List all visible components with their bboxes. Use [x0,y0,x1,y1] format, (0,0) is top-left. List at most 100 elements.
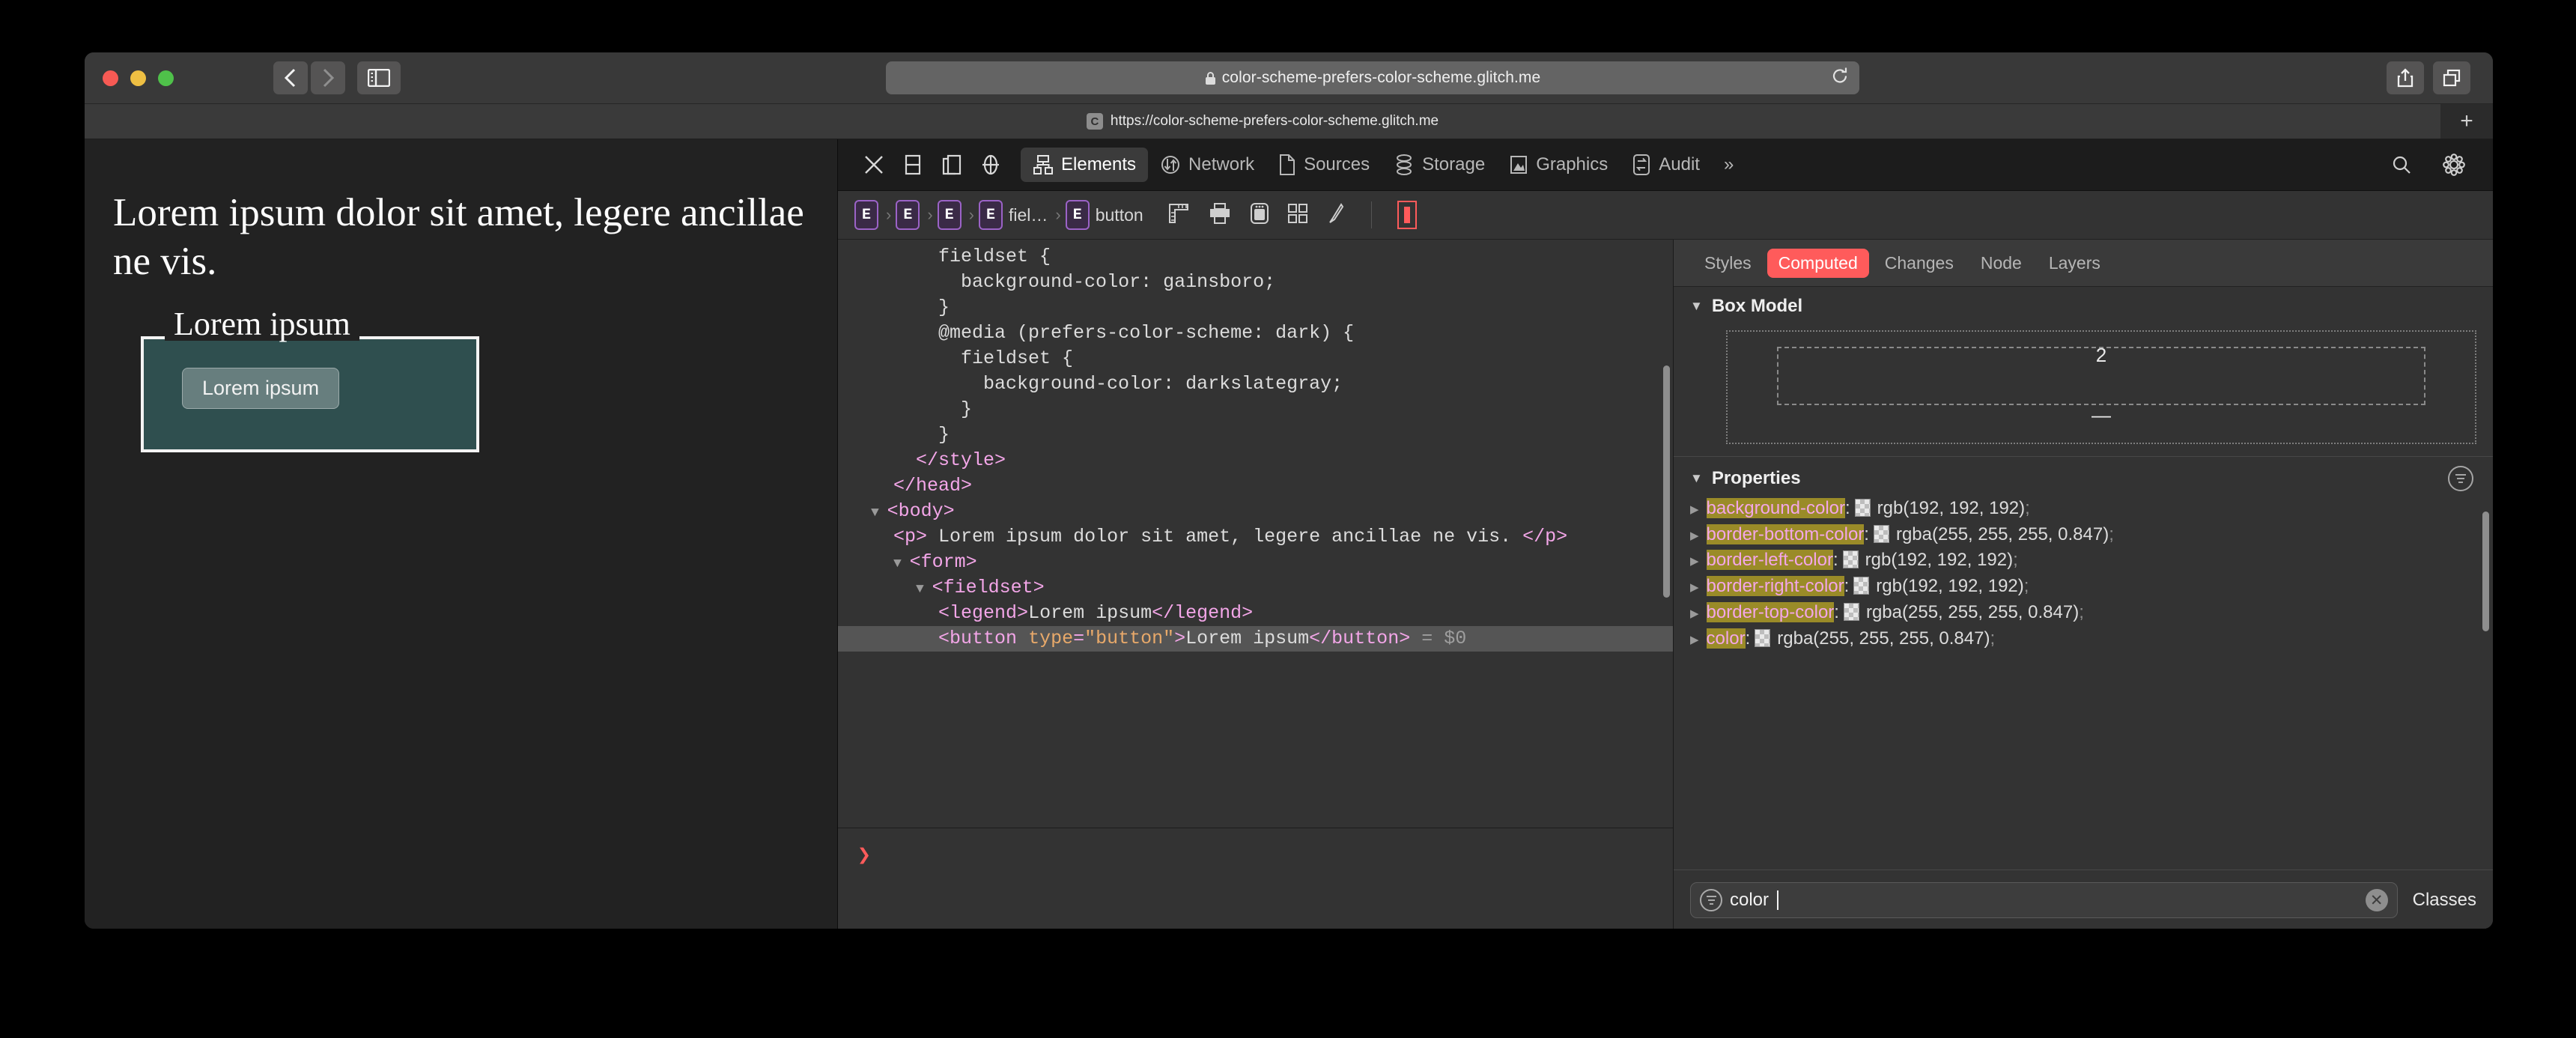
close-window-button[interactable] [103,70,118,86]
dom-node[interactable]: </style> [838,448,1673,473]
tab-sources[interactable]: Sources [1266,148,1382,182]
box-model-section-header[interactable]: ▼ Box Model [1674,287,2493,321]
disclosure-triangle-icon[interactable]: ▶ [1690,554,1699,568]
console-pane[interactable]: ❯ [838,828,1673,929]
color-swatch-icon[interactable] [1843,602,1859,621]
tab-overflow-button[interactable]: » [1712,148,1746,182]
address-bar[interactable]: color-scheme-prefers-color-scheme.glitch… [886,61,1859,94]
dom-node[interactable]: fieldset { [838,346,1673,371]
grid-icon [1287,203,1307,223]
property-name: color [1706,628,1746,649]
dom-scrollbar[interactable] [1663,365,1670,598]
graphics-icon [1510,156,1528,174]
share-button[interactable] [2387,61,2424,94]
dom-node[interactable]: @media (prefers-color-scheme: dark) { [838,321,1673,346]
color-swatch-icon[interactable] [1854,499,1871,517]
dom-node[interactable]: ▼ <form> [838,550,1673,575]
disclosure-triangle-icon[interactable]: ▼ [893,556,910,571]
tab-elements[interactable]: Elements [1021,148,1149,182]
ruler-button[interactable] [1167,202,1190,228]
color-swatch-icon[interactable] [1873,524,1889,543]
dom-token-txt: } [938,424,950,446]
sidebar-toggle-button[interactable] [357,61,401,94]
sidebar-tab-computed[interactable]: Computed [1767,248,1869,278]
sidebar-tab-node[interactable]: Node [1969,249,2033,278]
property-row[interactable]: ▶ border-left-color: rgb(192, 192, 192); [1674,547,2493,574]
dock-bottom-button[interactable] [893,145,932,184]
filter-icon [1700,889,1722,911]
tab-overview-button[interactable] [2433,61,2470,94]
breadcrumb-item-4[interactable]: E button [1065,200,1143,230]
color-swatch-icon[interactable] [1853,577,1870,595]
browser-tab[interactable]: C https://color-scheme-prefers-color-sch… [85,104,2440,139]
sidebar-tab-layers[interactable]: Layers [2038,249,2112,278]
dom-node[interactable]: background-color: gainsboro; [838,270,1673,295]
maximize-window-button[interactable] [158,70,174,86]
clear-filter-button[interactable]: ✕ [2365,889,2388,911]
sidebar-tab-changes[interactable]: Changes [1874,249,1965,278]
dom-token-tag: </button> [1309,628,1411,649]
properties-section-header[interactable]: ▼ Properties [1674,457,2493,496]
minimize-window-button[interactable] [130,70,146,86]
tab-network[interactable]: Network [1148,148,1266,182]
forward-button[interactable] [311,61,345,94]
tab-storage[interactable]: Storage [1382,148,1497,182]
dom-node[interactable]: } [838,397,1673,422]
back-button[interactable] [273,61,308,94]
properties-filter-button[interactable] [2448,466,2473,491]
disclosure-triangle-icon[interactable]: ▶ [1690,503,1699,517]
tab-graphics[interactable]: Graphics [1497,148,1620,182]
inspector-settings-button[interactable] [2434,145,2473,184]
close-inspector-button[interactable] [854,145,893,184]
property-row[interactable]: ▶ background-color: rgb(192, 192, 192); [1674,496,2493,522]
property-row[interactable]: ▶ border-top-color: rgba(255, 255, 255, 0.… [1674,600,2493,626]
print-button[interactable] [1208,202,1232,228]
dom-node[interactable]: fieldset { [838,244,1673,270]
dom-node[interactable]: } [838,295,1673,321]
disclosure-triangle-icon[interactable]: ▼ [916,582,932,597]
dom-node[interactable]: <p> Lorem ipsum dolor sit amet, legere a… [838,524,1673,550]
new-tab-button[interactable]: + [2440,104,2493,139]
computed-footer: color ✕ Classes [1674,869,2493,929]
grid-button[interactable] [1287,203,1308,228]
dom-tree[interactable]: fieldset { background-color: gainsboro; … [838,240,1673,828]
tab-audit[interactable]: Audit [1620,148,1712,182]
reload-button[interactable] [1831,67,1849,90]
titlebar-right-buttons [2387,61,2470,94]
property-row[interactable]: ▶ border-bottom-color: rgba(255, 255, 255,… [1674,522,2493,548]
disclosure-triangle-icon[interactable]: ▼ [871,506,887,520]
page-form-button[interactable]: Lorem ipsum [182,368,340,409]
dom-node[interactable]: ▼ <body> [838,499,1673,524]
property-row[interactable]: ▶ border-right-color: rgb(192, 192, 192); [1674,574,2493,600]
dom-node-selected[interactable]: <button type="button">Lorem ipsum</butto… [838,626,1673,652]
tab-storage-label: Storage [1422,154,1486,174]
box-model-diagram: 2 — [1726,330,2476,444]
property-row[interactable]: ▶ color: rgba(255, 255, 255, 0.847); [1674,626,2493,652]
breadcrumb-item-2[interactable]: E [937,200,962,230]
breadcrumb-item-1[interactable]: E [896,200,920,230]
properties-filter-field[interactable]: color ✕ [1690,882,2398,918]
dock-side-button[interactable] [932,145,971,184]
disclosure-triangle-icon[interactable]: ▶ [1690,607,1699,621]
disclosure-triangle-icon[interactable]: ▶ [1690,633,1699,647]
dom-node[interactable]: <legend>Lorem ipsum</legend> [838,601,1673,626]
sidebar-tab-styles[interactable]: Styles [1693,249,1763,278]
inspector-search-button[interactable] [2382,145,2421,184]
dom-node[interactable]: ▼ <fieldset> [838,575,1673,601]
disclosure-triangle-icon[interactable]: ▶ [1690,580,1699,595]
property-name: border-bottom-color [1706,523,1865,544]
dom-node[interactable]: background-color: darkslategray; [838,371,1673,397]
dom-node[interactable]: } [838,422,1673,448]
paintbrush-button[interactable] [1326,202,1346,228]
dom-node[interactable]: </head> [838,473,1673,499]
device-button[interactable] [1250,202,1269,228]
breadcrumb-item-0[interactable]: E [854,200,878,230]
disclosure-triangle-icon[interactable]: ▶ [1690,529,1699,543]
color-swatch-icon[interactable] [1755,628,1771,647]
breadcrumb-item-3[interactable]: E fiel… [978,200,1048,230]
color-swatch-icon[interactable] [1842,550,1859,569]
box-model-toggle-button[interactable] [1397,201,1417,229]
inspect-element-button[interactable] [971,145,1010,184]
classes-button[interactable]: Classes [2413,890,2476,911]
properties-scrollbar[interactable] [2482,512,2489,631]
